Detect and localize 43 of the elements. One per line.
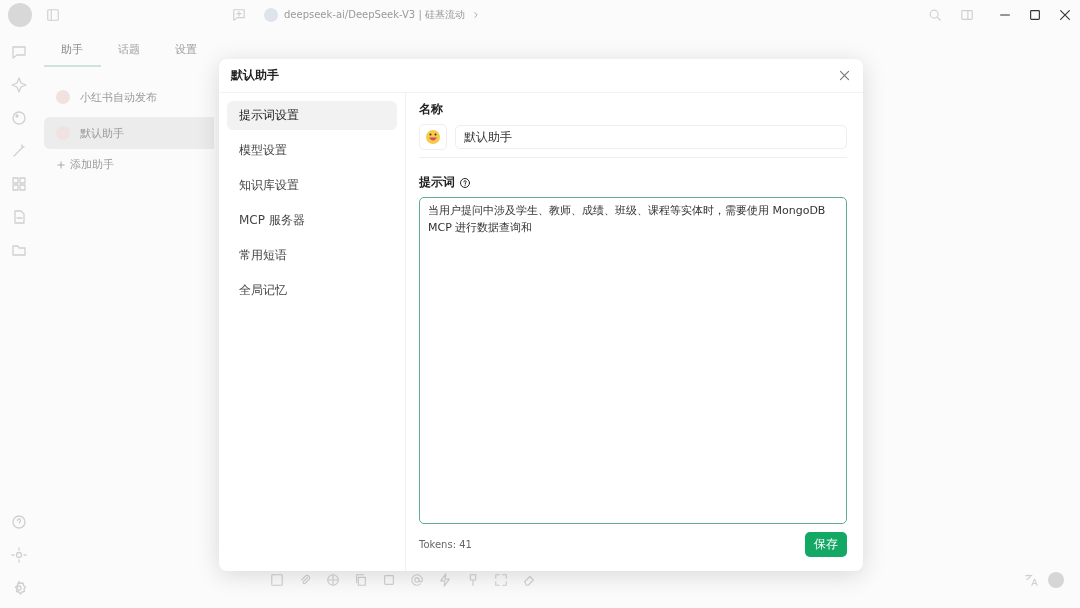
lightning-icon[interactable] [438, 573, 452, 587]
paperclip-icon[interactable] [298, 573, 312, 587]
square-icon[interactable] [382, 573, 396, 587]
settings-nav-item[interactable]: 知识库设置 [227, 171, 397, 200]
emoji-button[interactable] [419, 124, 447, 150]
prompt-field[interactable]: 当用户提问中涉及学生、教师、成绩、班级、课程等实体时，需要使用 MongoDB MCP 进行数据查询和 [419, 197, 847, 524]
token-count: Tokens: 41 [419, 539, 472, 550]
settings-nav-item[interactable]: 模型设置 [227, 136, 397, 165]
layout-icon[interactable] [960, 8, 974, 22]
document-icon[interactable] [11, 209, 27, 225]
translate-icon[interactable] [1024, 573, 1038, 587]
wand-icon[interactable] [11, 143, 27, 159]
send-button[interactable] [1048, 572, 1064, 588]
settings-nav-item[interactable]: MCP 服务器 [227, 206, 397, 235]
settings-nav-item[interactable]: 常用短语 [227, 241, 397, 270]
expand-icon[interactable] [494, 573, 508, 587]
new-chat-icon[interactable] [232, 8, 246, 22]
chat-icon[interactable] [11, 44, 27, 60]
emoji-icon [425, 129, 441, 145]
search-icon[interactable] [928, 8, 942, 22]
plus-icon[interactable] [56, 159, 66, 170]
help-icon[interactable] [459, 176, 471, 189]
sun-icon[interactable] [11, 547, 27, 563]
maximize-icon[interactable] [1028, 8, 1042, 22]
grid-icon[interactable] [11, 176, 27, 192]
sidebar-tab[interactable]: 助手 [44, 42, 101, 67]
name-label: 名称 [419, 101, 444, 118]
sparkle-icon[interactable] [11, 77, 27, 93]
name-field[interactable]: 默认助手 [455, 125, 847, 149]
eraser-icon[interactable] [522, 573, 536, 587]
folder-icon[interactable] [11, 242, 27, 258]
dialog-title: 默认助手 [231, 67, 279, 84]
palette-icon[interactable] [11, 110, 27, 126]
sidebar-icon[interactable] [46, 8, 60, 22]
model-logo-icon [264, 8, 278, 22]
settings-nav-item[interactable]: 提示词设置 [227, 101, 397, 130]
close-icon[interactable] [1058, 8, 1072, 22]
globe-icon[interactable] [326, 573, 340, 587]
user-avatar[interactable] [8, 3, 32, 27]
settings-nav-item[interactable]: 全局记忆 [227, 276, 397, 305]
copy-icon[interactable] [354, 573, 368, 587]
prompt-label: 提示词 [419, 174, 455, 191]
at-icon[interactable] [410, 573, 424, 587]
